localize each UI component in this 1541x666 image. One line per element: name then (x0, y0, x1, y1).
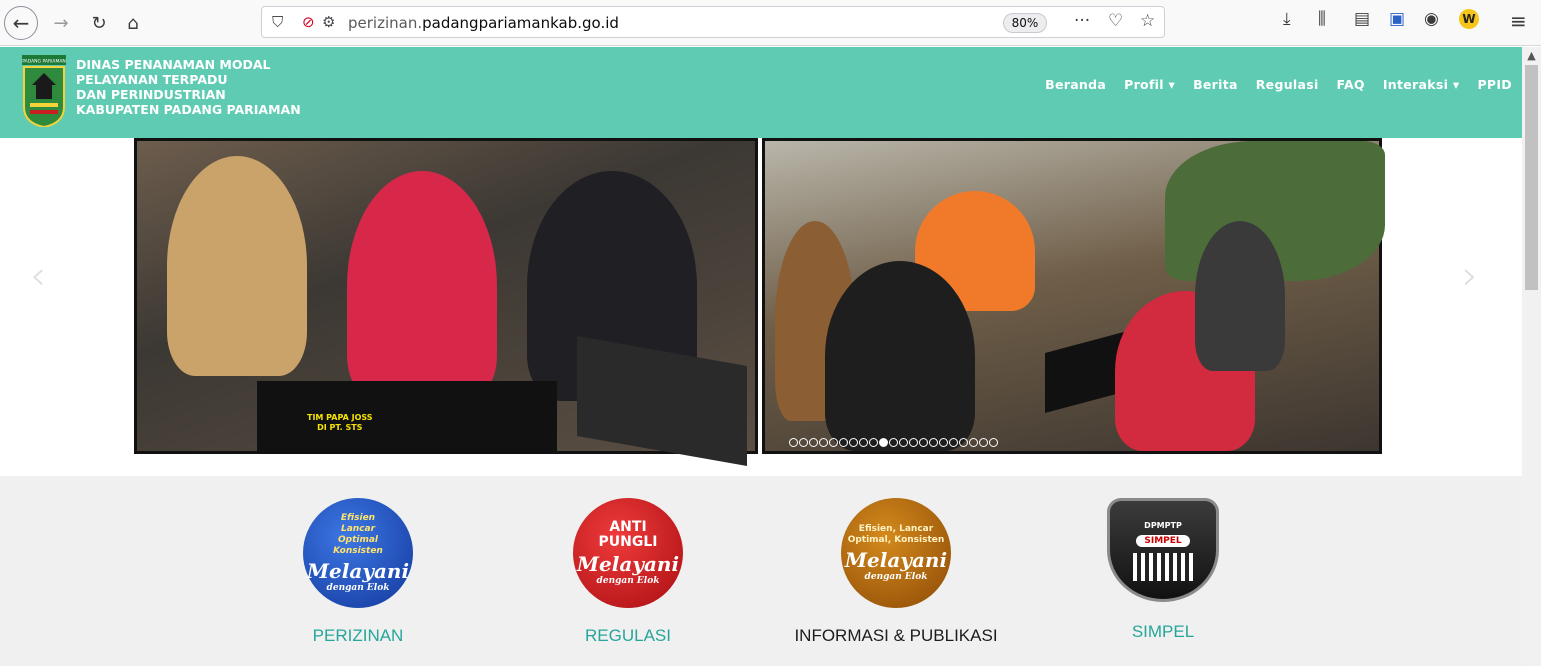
carousel-dot[interactable] (869, 438, 878, 447)
photo-caption: TIM PAPA JOSS DI PT. STS (307, 413, 373, 432)
main-menu: Beranda Profil ▾ Berita Regulasi FAQ Int… (1045, 77, 1512, 92)
carousel-dot[interactable] (839, 438, 848, 447)
service-perizinan[interactable]: Efisien Lancar Optimal Konsisten Melayan… (228, 498, 488, 646)
services-section: Efisien Lancar Optimal Konsisten Melayan… (0, 476, 1522, 666)
org-name-line-3: DAN PERINDUSTRIAN (76, 87, 226, 102)
carousel-dot[interactable] (859, 438, 868, 447)
menu-berita[interactable]: Berita (1193, 77, 1238, 92)
carousel-dot[interactable] (799, 438, 808, 447)
library-icon[interactable]: ⫼ (1318, 9, 1326, 29)
carousel-dot[interactable] (979, 438, 988, 447)
url-text[interactable]: perizinan.padangpariamankab.go.id (348, 14, 619, 32)
carousel-dot[interactable] (929, 438, 938, 447)
menu-interaksi[interactable]: Interaksi ▾ (1383, 77, 1460, 92)
org-name-line-1: DINAS PENANAMAN MODAL (76, 57, 271, 72)
carousel-slide: TIM PAPA JOSS DI PT. STS (134, 138, 1385, 466)
badge-sub: dengan Elok (596, 576, 660, 586)
service-label[interactable]: REGULASI (498, 626, 758, 646)
badge-sub: dengan Elok (326, 583, 390, 593)
org-name-line-4: KABUPATEN PADANG PARIAMAN (76, 102, 301, 117)
badge-script: Melayani (576, 552, 680, 576)
browser-toolbar: ← → ↻ ⌂ ⛉ ⊘ ⚙ perizinan.padangpariamanka… (0, 0, 1541, 46)
logo-text: PADANG PARIAMAN (22, 59, 66, 65)
badge-bars (1133, 552, 1193, 581)
regulasi-badge[interactable]: ANTI PUNGLI Melayani dengan Elok (573, 498, 683, 608)
badge-dpmptp: DPMPTP (1144, 520, 1182, 530)
permissions-icon[interactable]: ⚙ (322, 13, 335, 31)
url-bar[interactable]: ⛉ ⊘ ⚙ perizinan.padangpariamankab.go.id … (261, 6, 1165, 38)
more-actions-icon[interactable]: ··· (1074, 11, 1090, 31)
hamburger-menu-icon[interactable]: ≡ (1510, 9, 1527, 33)
scroll-up-arrow-icon[interactable]: ▲ (1522, 49, 1541, 62)
carousel-dot[interactable] (879, 438, 888, 447)
menu-ppid[interactable]: PPID (1477, 77, 1512, 92)
carousel-dot[interactable] (819, 438, 828, 447)
download-icon[interactable]: ⤓ (1283, 9, 1291, 29)
page-scrollbar[interactable]: ▲ (1522, 47, 1541, 666)
carousel-dot[interactable] (829, 438, 838, 447)
carousel-dots (789, 438, 998, 447)
badge-tagline: Efisien Lancar Optimal Konsisten (333, 513, 383, 556)
service-label[interactable]: PERIZINAN (228, 626, 488, 646)
account-icon[interactable]: ◉ (1424, 9, 1439, 29)
zoom-level-badge[interactable]: 80% (1003, 13, 1047, 33)
carousel-dot[interactable] (789, 438, 798, 447)
regency-logo[interactable]: PADANG PARIAMAN (22, 55, 66, 127)
site-header: PADANG PARIAMAN DINAS PENANAMAN MODAL PE… (0, 47, 1522, 138)
badge-script: Melayani (306, 559, 410, 583)
badge-sub: dengan Elok (864, 572, 928, 582)
carousel-dot[interactable] (949, 438, 958, 447)
sidebar-icon[interactable]: ▤ (1354, 9, 1370, 29)
service-simpel[interactable]: DPMPTP SIMPEL SIMPEL (1033, 498, 1293, 642)
slide-photo-right (762, 138, 1385, 454)
informasi-badge[interactable]: Efisien, Lancar Optimal, Konsisten Melay… (841, 498, 951, 608)
carousel-prev-chevron-icon[interactable]: ‹ (30, 253, 46, 299)
badge-script: Melayani (844, 548, 948, 572)
org-name-line-2: PELAYANAN TERPADU (76, 72, 228, 87)
back-arrow-icon[interactable]: ← (4, 6, 38, 40)
extension-monitor-icon[interactable]: ▣ (1389, 9, 1405, 29)
carousel-dot[interactable] (939, 438, 948, 447)
slide-photo-left: TIM PAPA JOSS DI PT. STS (134, 138, 758, 466)
badge-simpel-text: SIMPEL (1136, 534, 1190, 547)
service-label[interactable]: INFORMASI & PUBLIKASI (766, 626, 1026, 646)
carousel-dot[interactable] (969, 438, 978, 447)
forward-arrow-icon[interactable]: → (46, 8, 76, 38)
pocket-icon[interactable]: ♡ (1108, 11, 1123, 31)
carousel-dot[interactable] (809, 438, 818, 447)
menu-regulasi[interactable]: Regulasi (1256, 77, 1319, 92)
badge-tagline: Efisien, Lancar Optimal, Konsisten (847, 524, 945, 545)
service-informasi-publikasi[interactable]: Efisien, Lancar Optimal, Konsisten Melay… (766, 498, 1026, 646)
scroll-thumb[interactable] (1525, 65, 1538, 290)
extension-w-icon[interactable]: W (1459, 9, 1479, 29)
perizinan-badge[interactable]: Efisien Lancar Optimal Konsisten Melayan… (303, 498, 413, 608)
badge-anti-pungli: ANTI PUNGLI (598, 519, 658, 550)
menu-faq[interactable]: FAQ (1337, 77, 1365, 92)
carousel-dot[interactable] (899, 438, 908, 447)
menu-beranda[interactable]: Beranda (1045, 77, 1106, 92)
carousel-next-chevron-icon[interactable]: › (1462, 253, 1478, 299)
home-icon[interactable]: ⌂ (118, 8, 148, 38)
simpel-shield-badge[interactable]: DPMPTP SIMPEL (1107, 498, 1219, 602)
reload-icon[interactable]: ↻ (84, 8, 114, 38)
menu-profil[interactable]: Profil ▾ (1124, 77, 1175, 92)
carousel-dot[interactable] (909, 438, 918, 447)
image-carousel: ‹ TIM PAPA JOSS DI PT. STS › (0, 138, 1522, 468)
carousel-dot[interactable] (959, 438, 968, 447)
camera-blocked-icon[interactable]: ⊘ (302, 13, 315, 31)
carousel-dot[interactable] (889, 438, 898, 447)
service-regulasi[interactable]: ANTI PUNGLI Melayani dengan Elok REGULAS… (498, 498, 758, 646)
org-name[interactable]: DINAS PENANAMAN MODAL PELAYANAN TERPADU … (76, 57, 301, 117)
carousel-dot[interactable] (989, 438, 998, 447)
carousel-dot[interactable] (919, 438, 928, 447)
service-label[interactable]: SIMPEL (1033, 622, 1293, 642)
bookmark-star-icon[interactable]: ☆ (1140, 11, 1155, 31)
carousel-dot[interactable] (849, 438, 858, 447)
tracking-shield-icon[interactable]: ⛉ (272, 13, 283, 31)
